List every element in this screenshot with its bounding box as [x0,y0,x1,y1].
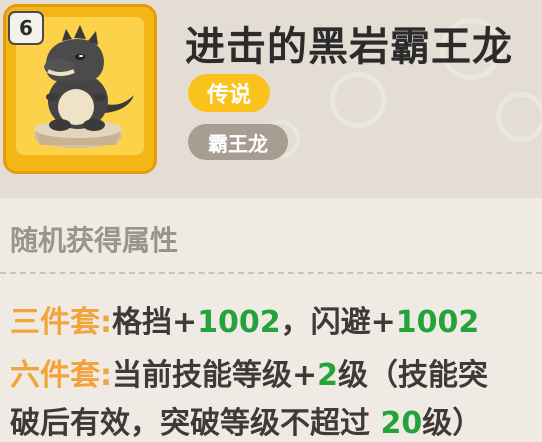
separator: ， [280,305,311,340]
set-bonus-6-continued: 破后有效，突破等级不超过 20级） [10,398,482,442]
rarity-tag: 传说 [188,74,270,112]
attr-dodge-name: 闪避 [310,305,371,340]
bonus-text: 级（技能突 [338,358,489,393]
level-badge: 6 [8,11,44,45]
item-header: 6 进击的黑岩霸王龙 传说 霸王龙 [0,0,542,198]
divider [0,272,542,274]
set-bonus-6: 六件套:当前技能等级+2级（技能突 [10,350,488,394]
bonus-text: 当前技能等级 [112,358,292,393]
section-heading: 随机获得属性 [10,224,179,257]
set-bonus-3: 三件套:格挡+1002，闪避+1002 [10,297,479,341]
background-swirl [330,72,386,128]
item-name: 进击的黑岩霸王龙 [185,24,513,70]
set-bonus-6-label: 六件套: [10,358,112,393]
background-swirl [496,92,542,142]
attr-block-name: 格挡 [112,305,172,340]
plus-sign: + [292,358,318,393]
attr-block-value: 1002 [197,305,281,340]
skill-level-value: 2 [317,358,339,393]
plus-sign: + [172,305,198,340]
type-tag: 霸王龙 [188,124,288,160]
item-card[interactable]: 6 [3,4,157,174]
set-bonus-3-label: 三件套: [10,305,112,340]
attr-dodge-value: 1002 [395,305,480,340]
plus-sign: + [370,305,396,340]
